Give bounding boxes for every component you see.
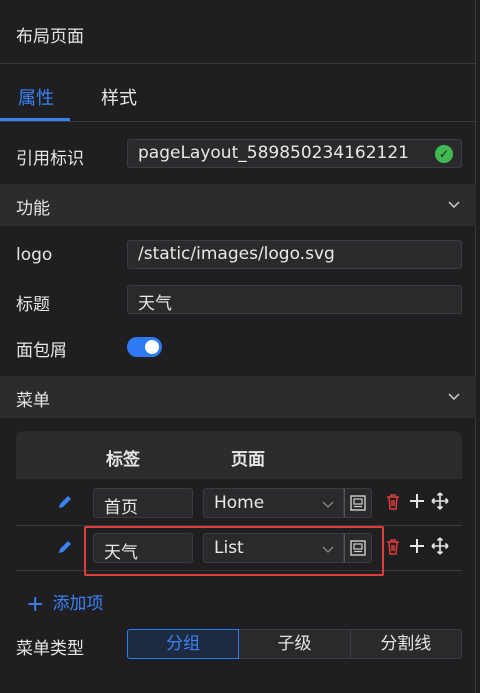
- tab-properties[interactable]: 属性: [18, 84, 54, 110]
- title-input[interactable]: 天气: [127, 285, 462, 314]
- layout-icon: [350, 540, 366, 556]
- panel-title: 布局页面: [16, 27, 84, 47]
- section-function-label: 功能: [16, 199, 50, 219]
- chevron-down-icon: [448, 201, 460, 209]
- breadcrumb-toggle[interactable]: [127, 337, 162, 357]
- menu-type-option-group[interactable]: 分组: [127, 629, 240, 659]
- logo-value: /static/images/logo.svg: [138, 244, 335, 264]
- active-tab-indicator: [0, 118, 70, 121]
- tab-bar: 属性 样式: [0, 64, 476, 122]
- menu-type-segmented: 分组 子级 分割线: [127, 629, 462, 659]
- menu-table: 标签 页面 首页 Home 天气 List: [16, 431, 462, 573]
- plus-icon[interactable]: [409, 538, 425, 554]
- tag-input[interactable]: 天气: [93, 533, 193, 563]
- panel-header: 布局页面: [0, 0, 476, 64]
- column-header-tag: 标签: [106, 450, 140, 470]
- chevron-down-icon: [322, 546, 334, 553]
- title-value: 天气: [138, 294, 172, 314]
- page-picker-button[interactable]: [344, 533, 372, 563]
- table-header: 标签 页面: [16, 431, 462, 479]
- table-row: 天气 List: [16, 526, 462, 571]
- column-header-page: 页面: [231, 450, 265, 470]
- plus-icon: +: [26, 592, 45, 617]
- edit-icon[interactable]: [56, 538, 74, 556]
- add-item-label: 添加项: [52, 594, 104, 614]
- plus-icon[interactable]: [409, 493, 425, 509]
- logo-input[interactable]: /static/images/logo.svg: [127, 240, 462, 269]
- table-row: 首页 Home: [16, 481, 462, 526]
- tag-value: 首页: [104, 498, 138, 518]
- menu-type-option-child[interactable]: 子级: [239, 629, 351, 659]
- chevron-down-icon: [448, 393, 460, 401]
- section-menu-header[interactable]: 菜单: [0, 376, 476, 418]
- page-select[interactable]: Home: [203, 488, 344, 518]
- properties-panel: 布局页面 属性 样式 引用标识 pageLayout_5898502341621…: [0, 0, 476, 693]
- move-icon[interactable]: [431, 537, 449, 555]
- chevron-down-icon: [322, 501, 334, 508]
- edit-icon[interactable]: [56, 493, 74, 511]
- title-label: 标题: [16, 295, 50, 315]
- check-circle-icon: ✓: [435, 145, 453, 163]
- delete-icon[interactable]: [385, 493, 401, 511]
- menu-type-option-divider[interactable]: 分割线: [350, 629, 462, 659]
- tag-input[interactable]: 首页: [93, 488, 193, 518]
- tag-value: 天气: [104, 543, 138, 563]
- toggle-knob: [145, 340, 159, 354]
- ref-id-value: pageLayout_589850234162121: [138, 143, 409, 163]
- section-menu-label: 菜单: [16, 391, 50, 411]
- tab-styles[interactable]: 样式: [101, 84, 137, 110]
- menu-type-label: 菜单类型: [16, 639, 84, 659]
- ref-id-label: 引用标识: [16, 149, 84, 169]
- breadcrumb-label: 面包屑: [16, 341, 67, 361]
- page-value: List: [214, 538, 244, 558]
- delete-icon[interactable]: [385, 538, 401, 556]
- page-select[interactable]: List: [203, 533, 344, 563]
- logo-label: logo: [16, 245, 53, 265]
- layout-icon: [350, 495, 366, 511]
- section-function-header[interactable]: 功能: [0, 184, 476, 226]
- page-picker-button[interactable]: [344, 488, 372, 518]
- add-item-button[interactable]: + 添加项: [26, 589, 103, 617]
- page-value: Home: [214, 493, 265, 513]
- move-icon[interactable]: [431, 492, 449, 510]
- ref-id-field[interactable]: pageLayout_589850234162121 ✓: [127, 139, 462, 168]
